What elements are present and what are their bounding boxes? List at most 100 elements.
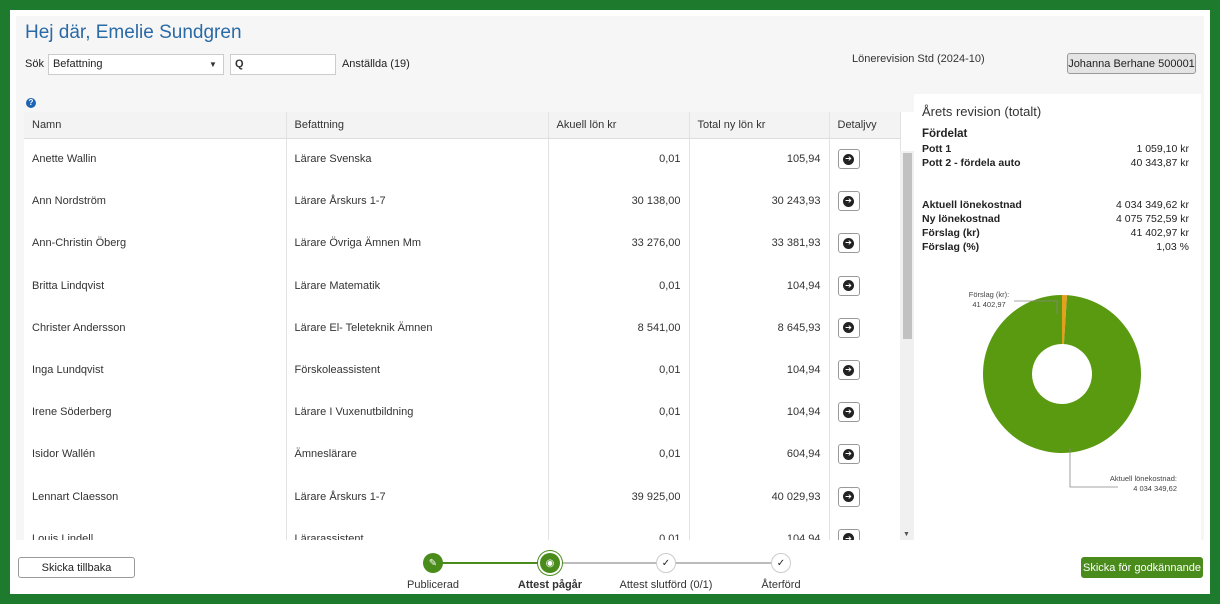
table-row: Ann Nordström Lärare Årskurs 1-7 30 138,00… bbox=[24, 180, 901, 223]
new-salary: 8 645,93 bbox=[689, 306, 830, 349]
pie-slice[interactable] bbox=[983, 295, 1141, 453]
detail-view-button[interactable]: ➔ bbox=[837, 191, 860, 212]
eye-icon: ◉ bbox=[540, 553, 560, 573]
employee-count: Anställda (19) bbox=[341, 58, 410, 70]
step-label: Attest slutförd (0/1) bbox=[619, 579, 713, 591]
new-salary: 604,94 bbox=[689, 433, 830, 476]
employee-name: Irene Söderberg bbox=[24, 391, 287, 434]
current-salary: 0,01 bbox=[548, 517, 690, 540]
check-icon: ✓ bbox=[656, 553, 676, 573]
scrollbar-thumb[interactable] bbox=[903, 153, 912, 339]
search-input[interactable]: Q bbox=[229, 53, 336, 75]
employee-title: Förskoleassistent bbox=[286, 348, 549, 392]
revision-summary-panel: Årets revision (totalt) Fördelat Pott 1 … bbox=[914, 94, 1201, 540]
arrow-right-circle-icon: ➔ bbox=[843, 153, 854, 165]
arrow-right-circle-icon: ➔ bbox=[843, 448, 854, 460]
pott1-value: 1 059,10 kr bbox=[1136, 143, 1189, 155]
send-back-button[interactable]: Skicka tillbaka bbox=[18, 557, 135, 578]
distributed-heading: Fördelat bbox=[922, 128, 968, 140]
new-cost-label: Ny lönekostnad bbox=[922, 213, 1001, 225]
table-row: Anette Wallin Lärare Svenska 0,01 105,94 ➔ bbox=[24, 138, 901, 181]
search-row: Sök Befattning ▼ Q Anställda (19) bbox=[25, 53, 410, 75]
arrow-right-circle-icon: ➔ bbox=[843, 322, 854, 334]
current-salary: 0,01 bbox=[548, 138, 690, 181]
detail-view-button[interactable]: ➔ bbox=[837, 402, 860, 423]
column-header-current-salary[interactable]: Akuell lön kr bbox=[548, 112, 690, 139]
summary-row-proposal-kr: Förslag (kr) 41 402,97 kr bbox=[922, 226, 1189, 240]
current-cost-label: Aktuell lönekostnad bbox=[922, 199, 1022, 211]
summary-row-current-cost: Aktuell lönekostnad 4 034 349,62 kr bbox=[922, 198, 1189, 212]
search-field-select[interactable]: Befattning ▼ bbox=[47, 53, 224, 75]
employee-table: Namn Befattning Akuell lön kr Total ny l… bbox=[24, 112, 914, 540]
table-scrollbar[interactable]: ▼ bbox=[900, 151, 914, 540]
user-button[interactable]: Johanna Berhane 500001 bbox=[1067, 53, 1196, 74]
summary-row-pott2: Pott 2 - fördela auto 40 343,87 kr bbox=[922, 156, 1189, 170]
current-salary: 33 276,00 bbox=[548, 222, 690, 265]
pencil-icon: ✎ bbox=[423, 553, 443, 573]
current-salary: 30 138,00 bbox=[548, 180, 690, 223]
employee-title: Lärare Årskurs 1-7 bbox=[286, 475, 549, 518]
employee-title: Lärare El- Teleteknik Ämnen bbox=[286, 306, 549, 349]
table-row: Irene Söderberg Lärare I Vuxenutbildning 0… bbox=[24, 391, 901, 434]
pott1-label: Pott 1 bbox=[922, 143, 952, 155]
proposal-kr-label: Förslag (kr) bbox=[922, 227, 980, 239]
employee-title: Lärare Svenska bbox=[286, 138, 549, 181]
employee-name: Inga Lundqvist bbox=[24, 348, 287, 392]
employee-name: Ann Nordström bbox=[24, 180, 287, 223]
arrow-right-circle-icon: ➔ bbox=[843, 237, 854, 249]
current-salary: 0,01 bbox=[548, 391, 690, 434]
arrow-right-circle-icon: ➔ bbox=[843, 364, 854, 376]
column-header-name[interactable]: Namn bbox=[24, 112, 287, 139]
donut-chart: Förslag (kr): 41 402,97 Aktuell lönekostna… bbox=[922, 282, 1189, 512]
new-salary: 104,94 bbox=[689, 391, 830, 434]
column-header-title[interactable]: Befattning bbox=[286, 112, 549, 139]
stepper-progress-line bbox=[433, 562, 550, 564]
arrow-right-circle-icon: ➔ bbox=[843, 406, 854, 418]
employee-name: Britta Lindqvist bbox=[24, 264, 287, 307]
search-field-value: Befattning bbox=[52, 58, 103, 70]
footer-bar: Skicka tillbaka ✎ Publicerad ◉ Attest pågår… bbox=[10, 540, 1210, 594]
detail-view-button[interactable]: ➔ bbox=[837, 444, 860, 465]
summary-row-pott1: Pott 1 1 059,10 kr bbox=[922, 142, 1189, 156]
app-frame: Hej där, Emelie Sundgren Sök Befattning … bbox=[10, 10, 1210, 594]
table-row: Christer Andersson Lärare El- Teleteknik … bbox=[24, 306, 901, 349]
pott2-value: 40 343,87 kr bbox=[1130, 157, 1189, 169]
detail-view-button[interactable]: ➔ bbox=[837, 149, 860, 170]
search-icon: Q bbox=[234, 58, 244, 70]
table-row: Louis Lindell Lärarassistent 0,01 104,94 ➔ bbox=[24, 517, 901, 540]
proposal-pct-value: 1,03 % bbox=[1156, 241, 1189, 253]
detail-view-button[interactable]: ➔ bbox=[837, 275, 860, 296]
new-salary: 104,94 bbox=[689, 348, 830, 392]
employee-title: Ämneslärare bbox=[286, 433, 549, 476]
current-salary: 0,01 bbox=[548, 433, 690, 476]
chevron-down-icon: ▼ bbox=[209, 59, 217, 69]
new-salary: 33 381,93 bbox=[689, 222, 830, 265]
employee-name: Ann-Christin Öberg bbox=[24, 222, 287, 265]
arrow-right-circle-icon: ➔ bbox=[843, 280, 854, 292]
proposal-pct-label: Förslag (%) bbox=[922, 241, 980, 253]
panel-title: Årets revision (totalt) bbox=[922, 104, 1042, 119]
employee-title: Lärare Övriga Ämnen Mm bbox=[286, 222, 549, 265]
scroll-down-arrow-icon[interactable]: ▼ bbox=[903, 531, 910, 538]
pott2-label: Pott 2 - fördela auto bbox=[922, 157, 1021, 169]
step-label: Attest pågår bbox=[517, 579, 583, 591]
send-for-approval-button[interactable]: Skicka för godkännande bbox=[1081, 557, 1203, 578]
new-salary: 40 029,93 bbox=[689, 475, 830, 518]
new-salary: 104,94 bbox=[689, 264, 830, 307]
current-salary: 0,01 bbox=[548, 264, 690, 307]
new-salary: 104,94 bbox=[689, 517, 830, 540]
employee-name: Christer Andersson bbox=[24, 306, 287, 349]
step-label: Återförd bbox=[761, 579, 801, 591]
employee-name: Anette Wallin bbox=[24, 138, 287, 181]
column-header-new-salary[interactable]: Total ny lön kr bbox=[689, 112, 830, 139]
detail-view-button[interactable]: ➔ bbox=[837, 233, 860, 254]
detail-view-button[interactable]: ➔ bbox=[837, 360, 860, 381]
detail-view-button[interactable]: ➔ bbox=[837, 317, 860, 338]
table-row: Britta Lindqvist Lärare Matematik 0,01 104,… bbox=[24, 264, 901, 307]
summary-row-new-cost: Ny lönekostnad 4 075 752,59 kr bbox=[922, 212, 1189, 226]
help-icon[interactable]: ? bbox=[26, 98, 36, 108]
detail-view-button[interactable]: ➔ bbox=[837, 486, 860, 507]
current-cost-value: 4 034 349,62 kr bbox=[1116, 199, 1189, 211]
detail-view-button[interactable]: ➔ bbox=[837, 528, 860, 540]
current-salary: 0,01 bbox=[548, 348, 690, 392]
